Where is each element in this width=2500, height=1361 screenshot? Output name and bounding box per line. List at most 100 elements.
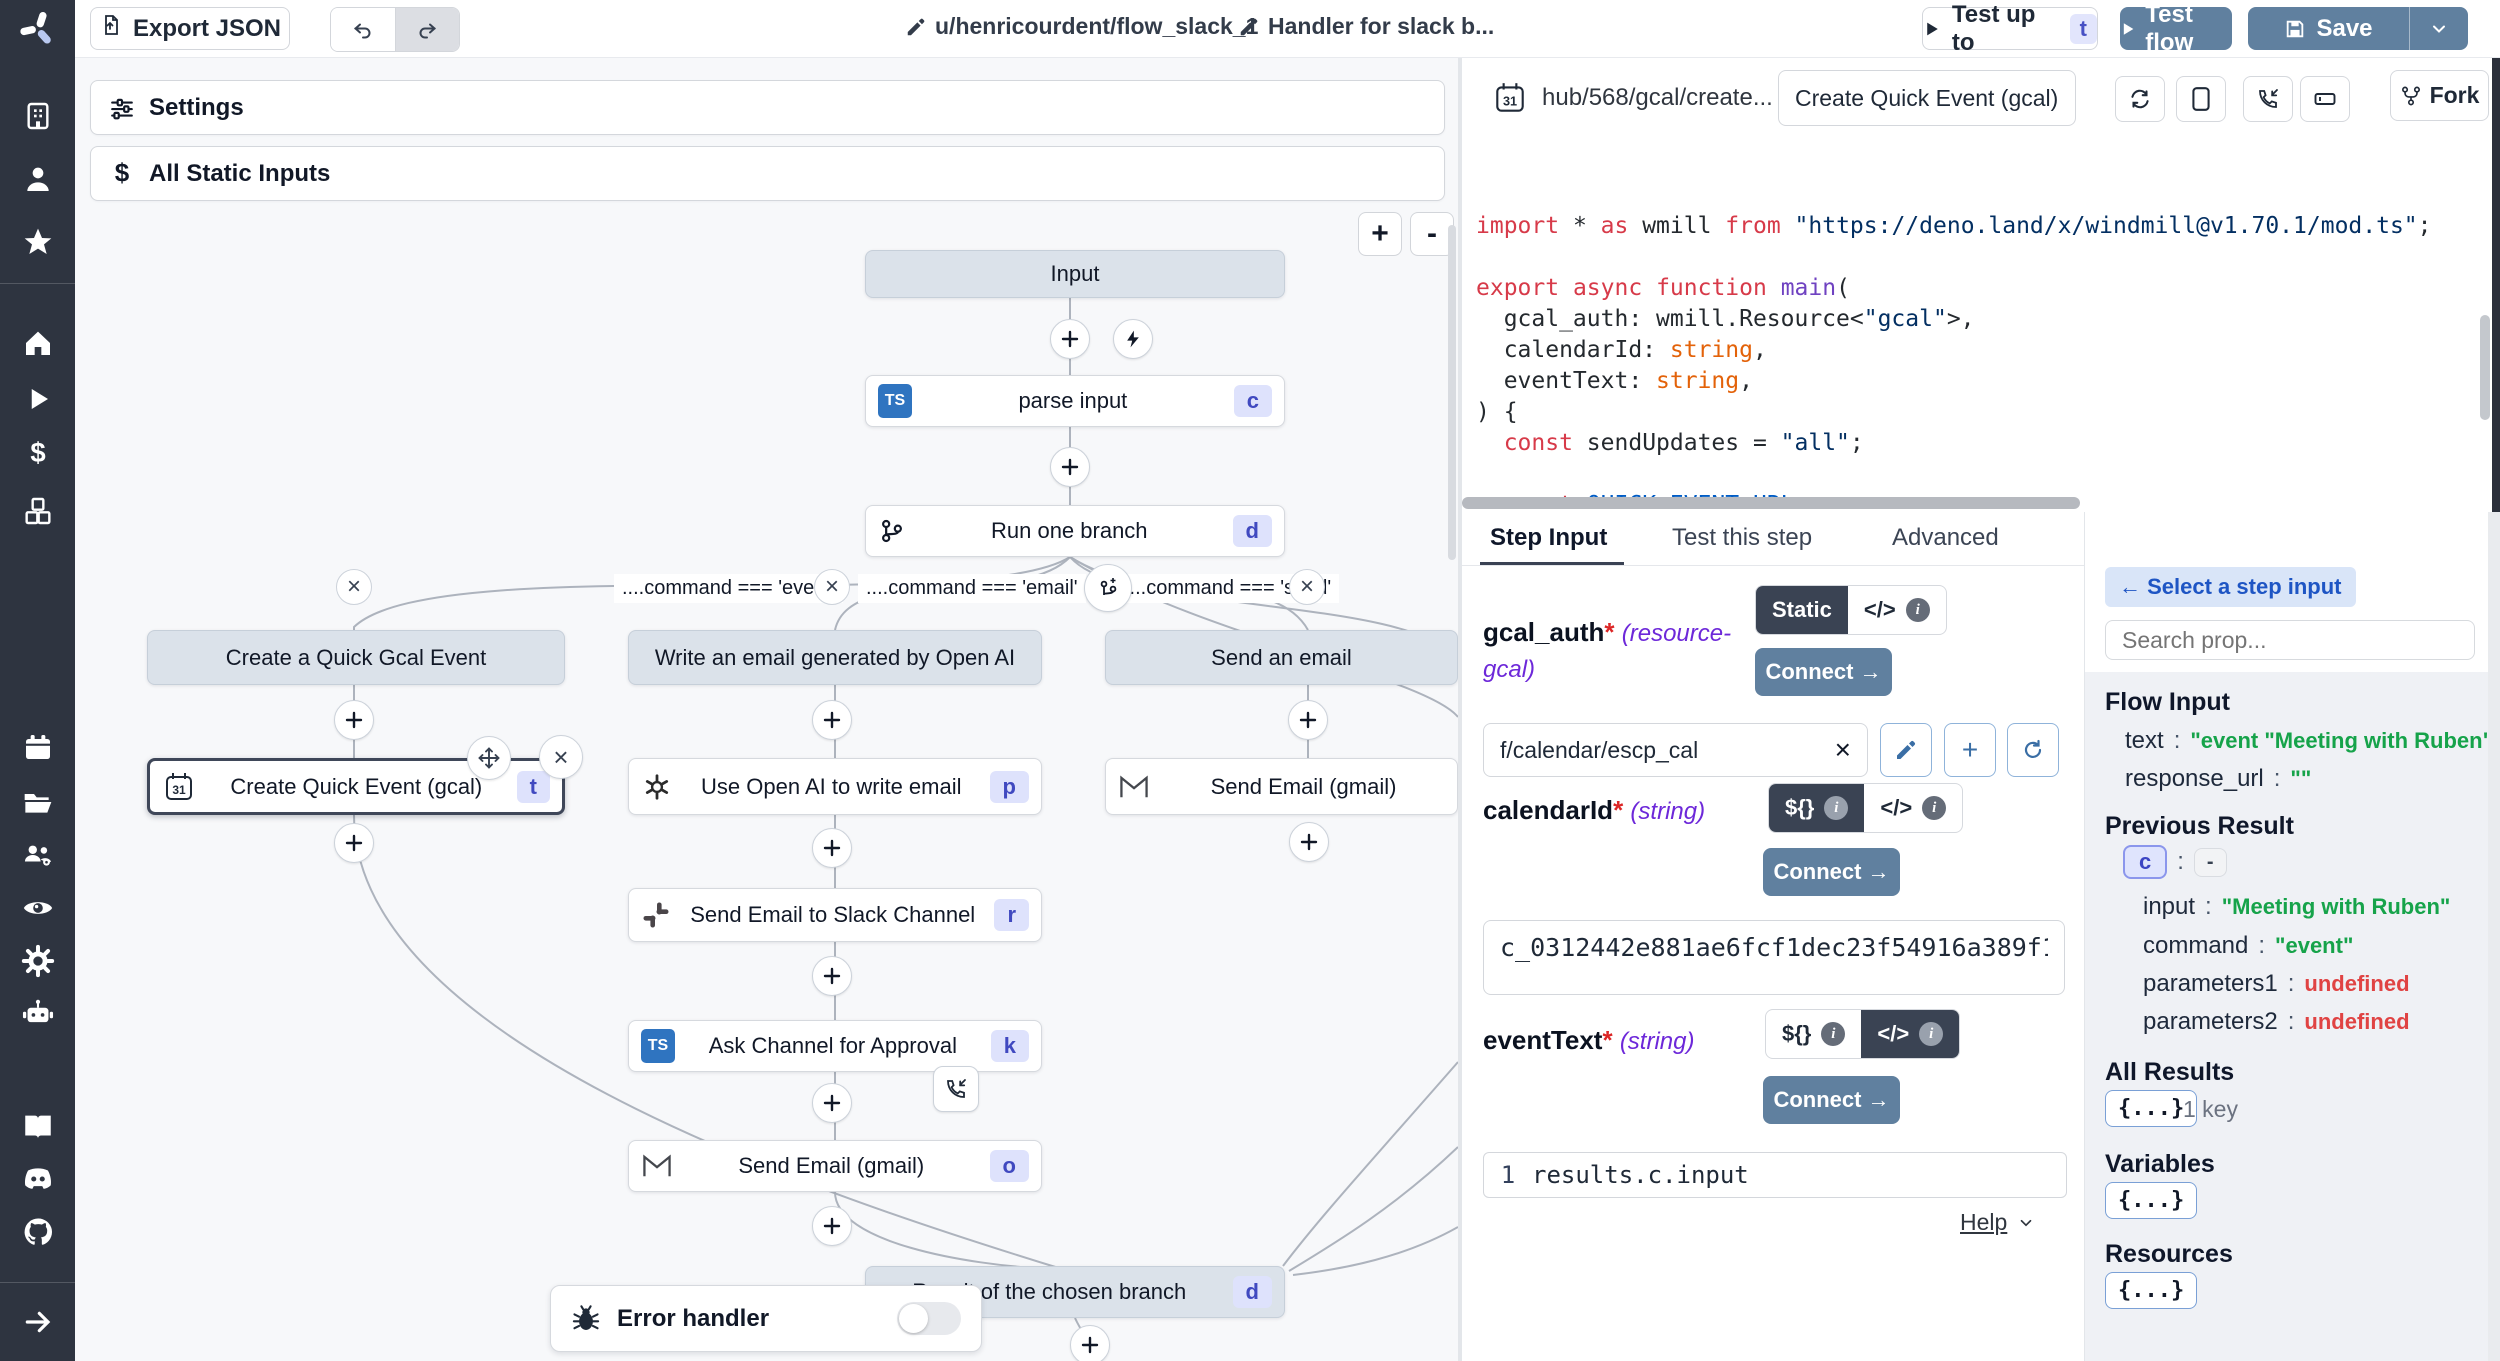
- step-node-ask-approval[interactable]: TS Ask Channel for Approval k: [628, 1020, 1042, 1072]
- windmill-logo-icon[interactable]: [0, 8, 75, 50]
- flow-canvas[interactable]: Settings $ All Static Inputs + - Input T…: [75, 57, 1458, 1361]
- add-step-button[interactable]: [334, 700, 374, 740]
- all-static-inputs-bar[interactable]: $ All Static Inputs: [90, 146, 1445, 201]
- step-name-input[interactable]: Create Quick Event (gcal): [1778, 70, 2076, 126]
- breadcrumb-path[interactable]: u/henricourdent/flow_slack_1: [905, 13, 1258, 40]
- groups-users-gear-icon[interactable]: [0, 838, 75, 872]
- search-prop-input[interactable]: [2105, 620, 2475, 660]
- save-button[interactable]: Save: [2248, 15, 2409, 43]
- variables-dollar-icon[interactable]: $: [0, 438, 75, 468]
- step-node-send-email-gmail[interactable]: Send Email (gmail): [1105, 758, 1458, 815]
- collapse-arrow-right-icon[interactable]: [0, 1306, 75, 1338]
- add-step-button[interactable]: [812, 956, 852, 996]
- error-handler-toggle[interactable]: [897, 1302, 961, 1335]
- step-id-chip[interactable]: c: [2123, 845, 2167, 879]
- info-icon[interactable]: i: [1906, 598, 1930, 622]
- branch-condition-label[interactable]: ....command === 'event': [614, 574, 843, 603]
- edit-resource-button[interactable]: [1880, 723, 1932, 777]
- canvas-scrollbar-thumb[interactable]: [1448, 225, 1456, 560]
- prop-row[interactable]: command: "event": [2143, 932, 2353, 960]
- tab-test-this-step[interactable]: Test this step: [1672, 512, 1812, 564]
- code-h-scrollbar-thumb[interactable]: [1462, 497, 2080, 509]
- code-editor[interactable]: import * as wmill from "https://deno.lan…: [1476, 149, 2486, 504]
- event-text-expr-editor[interactable]: 1 results.c.input: [1483, 1152, 2067, 1198]
- window-scrollbar-track[interactable]: [2488, 512, 2500, 1361]
- code-v-scrollbar-thumb[interactable]: [2480, 315, 2490, 420]
- add-step-button[interactable]: [1050, 319, 1090, 359]
- fork-button[interactable]: Fork: [2390, 70, 2489, 121]
- suspend-step-button[interactable]: [2243, 76, 2293, 122]
- step-node-slack-channel[interactable]: Send Email to Slack Channel r: [628, 888, 1042, 942]
- breadcrumb-title[interactable]: Handler for slack b...: [1238, 13, 1494, 40]
- clear-icon[interactable]: ×: [1835, 734, 1851, 766]
- add-step-button[interactable]: [1289, 822, 1329, 862]
- prop-row[interactable]: parameters1: undefined: [2143, 970, 2410, 998]
- prop-row[interactable]: text: "event "Meeting with Ruben"": [2125, 727, 2500, 755]
- add-step-button[interactable]: [1070, 1325, 1110, 1361]
- add-branch-button[interactable]: [1084, 564, 1132, 612]
- tab-advanced[interactable]: Advanced: [1892, 512, 1999, 564]
- mode-template[interactable]: ${}i: [1769, 784, 1864, 832]
- settings-gear-icon[interactable]: [0, 944, 75, 978]
- resources-cubes-icon[interactable]: [0, 495, 75, 527]
- step-node-parse-input[interactable]: TS parse input c: [865, 375, 1285, 427]
- sleep-step-button[interactable]: [2300, 76, 2350, 122]
- trigger-button[interactable]: [1113, 319, 1153, 359]
- test-flow-button[interactable]: Test flow: [2120, 7, 2232, 50]
- eye-icon[interactable]: [0, 891, 75, 925]
- error-handler-card[interactable]: Error handler: [550, 1285, 982, 1352]
- flow-input-node[interactable]: Input: [865, 250, 1285, 298]
- move-step-handle[interactable]: [467, 736, 511, 780]
- export-json-button[interactable]: Export JSON: [90, 7, 290, 50]
- workspace-icon[interactable]: [0, 100, 75, 132]
- favorites-star-icon[interactable]: [0, 226, 75, 258]
- collapse-chip[interactable]: -: [2194, 848, 2227, 877]
- add-step-button[interactable]: [812, 828, 852, 868]
- add-step-button[interactable]: [334, 823, 374, 863]
- folders-icon[interactable]: [0, 786, 75, 818]
- add-step-button[interactable]: [812, 700, 852, 740]
- gcal-auth-connect-button[interactable]: Connect →: [1755, 648, 1892, 696]
- zoom-in-button[interactable]: +: [1358, 212, 1402, 256]
- home-icon[interactable]: [0, 327, 75, 359]
- info-icon[interactable]: i: [1824, 796, 1848, 820]
- schedules-calendar-icon[interactable]: [0, 731, 75, 763]
- undo-button[interactable]: [331, 8, 395, 51]
- step-node-send-email-gmail-2[interactable]: Send Email (gmail) o: [628, 1140, 1042, 1192]
- delete-step-button[interactable]: ×: [539, 735, 583, 779]
- add-step-button[interactable]: [812, 1206, 852, 1246]
- variables-expand-chip[interactable]: {...}: [2105, 1182, 2197, 1219]
- search-prop-field[interactable]: [2120, 626, 2460, 655]
- test-up-to-button[interactable]: Test up to t: [1922, 7, 2098, 50]
- suspend-approval-button[interactable]: [933, 1066, 979, 1112]
- workers-robot-icon[interactable]: [0, 996, 75, 1030]
- mode-javascript[interactable]: </>i: [1848, 586, 1946, 634]
- prop-row[interactable]: response_url: "": [2125, 765, 2311, 793]
- docs-book-icon[interactable]: [0, 1110, 75, 1144]
- branch-header-node[interactable]: Create a Quick Gcal Event: [147, 630, 565, 685]
- flow-settings-bar[interactable]: Settings: [90, 80, 1445, 135]
- resource-path-input[interactable]: f/calendar/escp_cal ×: [1483, 723, 1868, 777]
- discord-icon[interactable]: [0, 1162, 75, 1196]
- resources-expand-chip[interactable]: {...}: [2105, 1272, 2197, 1309]
- user-icon[interactable]: [0, 163, 75, 195]
- delete-branch-button[interactable]: ×: [1289, 569, 1325, 605]
- help-link[interactable]: Help: [1960, 1209, 2035, 1236]
- add-step-button[interactable]: [1050, 447, 1090, 487]
- select-step-input-button[interactable]: ← Select a step input: [2105, 567, 2356, 607]
- save-dropdown-button[interactable]: [2410, 19, 2468, 39]
- add-step-button[interactable]: [812, 1083, 852, 1123]
- prop-row[interactable]: input: "Meeting with Ruben": [2143, 893, 2450, 921]
- mode-javascript[interactable]: </>i: [1864, 784, 1962, 832]
- calendar-id-connect-button[interactable]: Connect →: [1763, 848, 1900, 896]
- redo-button[interactable]: [395, 8, 460, 51]
- add-step-button[interactable]: [1288, 700, 1328, 740]
- info-icon[interactable]: i: [1821, 1022, 1845, 1046]
- calendar-id-input[interactable]: c_0312442e881ae6fcf1dec23f54916a389f1c17…: [1483, 920, 2065, 995]
- expand-editor-button[interactable]: [2176, 76, 2226, 122]
- branch-condition-label[interactable]: ....command === 'email': [858, 574, 1086, 603]
- delete-branch-button[interactable]: ×: [814, 569, 850, 605]
- prop-row[interactable]: parameters2: undefined: [2143, 1008, 2410, 1036]
- mode-static[interactable]: Static: [1756, 586, 1848, 634]
- branch-header-node[interactable]: Write an email generated by Open AI: [628, 630, 1042, 685]
